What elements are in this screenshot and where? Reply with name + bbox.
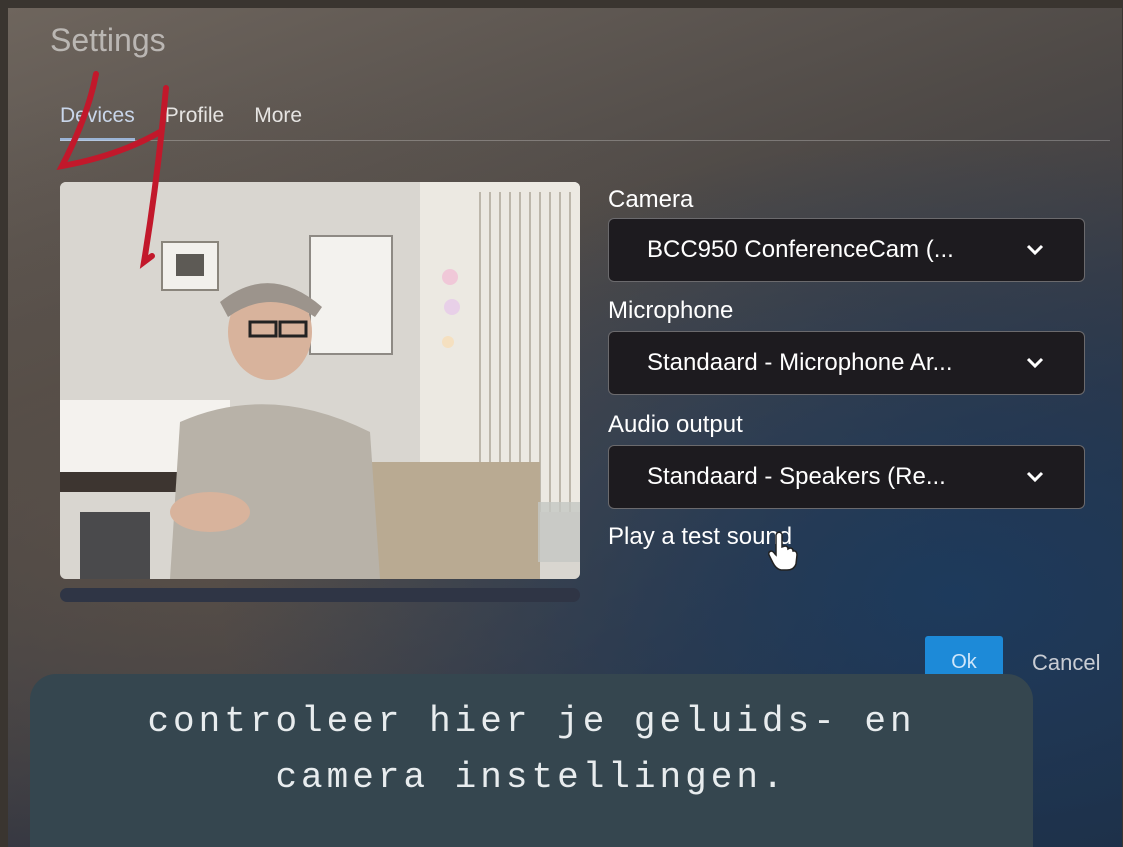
caption-banner: controleer hier je geluids- en camera in… — [30, 674, 1033, 847]
audio-output-select-value: Standaard - Speakers (Re... — [647, 463, 946, 490]
tab-divider — [60, 140, 1110, 141]
caption-line-1: controleer hier je geluids- en — [147, 701, 916, 742]
microphone-label: Microphone — [608, 297, 734, 324]
dialog-title: Settings — [50, 22, 166, 58]
chevron-down-icon — [1026, 471, 1044, 483]
cancel-button[interactable]: Cancel — [1032, 650, 1100, 676]
camera-select[interactable]: BCC950 ConferenceCam (... — [608, 218, 1085, 282]
microphone-select-value: Standaard - Microphone Ar... — [647, 349, 953, 376]
audio-output-label: Audio output — [608, 411, 743, 438]
handwritten-number-annotation — [56, 71, 169, 269]
audio-output-select[interactable]: Standaard - Speakers (Re... — [608, 445, 1085, 509]
preview-scrollbar — [60, 588, 580, 602]
camera-select-value: BCC950 ConferenceCam (... — [647, 236, 954, 263]
play-test-sound-link[interactable]: Play a test sound — [608, 523, 792, 551]
chevron-down-icon — [1026, 357, 1044, 369]
tab-more[interactable]: More — [254, 104, 302, 141]
caption-line-2: camera instellingen. — [275, 757, 788, 798]
microphone-select[interactable]: Standaard - Microphone Ar... — [608, 331, 1085, 395]
camera-label: Camera — [608, 186, 694, 213]
chevron-down-icon — [1026, 244, 1044, 256]
hand-cursor-icon — [768, 531, 798, 571]
